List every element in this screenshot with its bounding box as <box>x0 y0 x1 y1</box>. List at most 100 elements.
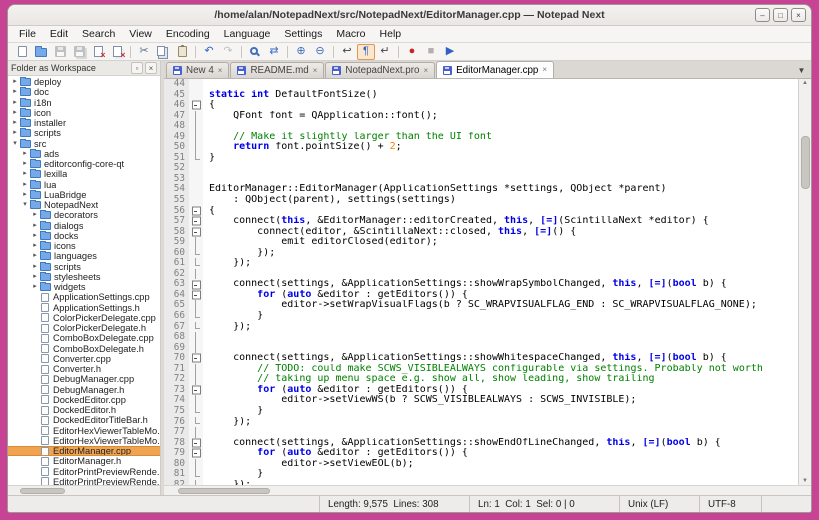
tree-folder-src[interactable]: ▾ src <box>8 139 160 149</box>
tree-file-editormanager-h[interactable]: EditorManager.h <box>8 456 160 466</box>
tree-file-dockededitor-h[interactable]: DockedEditor.h <box>8 405 160 415</box>
tree-file-converter-cpp[interactable]: Converter.cpp <box>8 354 160 364</box>
tree-file-colorpickerdelegate-cpp[interactable]: ColorPickerDelegate.cpp <box>8 313 160 323</box>
fold-collapse-icon[interactable] <box>189 448 203 459</box>
tab-editormanager-cpp[interactable]: EditorManager.cpp × <box>436 61 555 78</box>
close-panel-icon[interactable]: × <box>145 62 157 74</box>
record-macro-icon[interactable]: ● <box>403 44 421 60</box>
tree-folder-doc[interactable]: ▸ doc <box>8 87 160 97</box>
fold-collapse-icon[interactable] <box>189 289 203 301</box>
tree-file-applicationsettings-h[interactable]: ApplicationSettings.h <box>8 303 160 313</box>
menu-settings[interactable]: Settings <box>277 26 329 42</box>
tree-file-comboboxdelegate-cpp[interactable]: ComboBoxDelegate.cpp <box>8 333 160 343</box>
close-all-icon[interactable] <box>108 44 126 60</box>
tree-file-dockededitortitlebar-h[interactable]: DockedEditorTitleBar.h <box>8 415 160 425</box>
float-panel-icon[interactable]: ▫ <box>131 62 143 74</box>
fold-collapse-icon[interactable] <box>189 384 203 396</box>
tree-folder-docks[interactable]: ▸ docks <box>8 231 160 241</box>
tree-folder-luabridge[interactable]: ▸ LuaBridge <box>8 190 160 200</box>
tree-folder-scripts[interactable]: ▸ scripts <box>8 262 160 272</box>
tree-folder-lua[interactable]: ▸ lua <box>8 180 160 190</box>
tree-folder-decorators[interactable]: ▸ decorators <box>8 210 160 220</box>
horizontal-scrollbar[interactable] <box>164 485 811 495</box>
tab-close-icon[interactable]: × <box>313 66 318 75</box>
tree-folder-icons[interactable]: ▸ icons <box>8 241 160 251</box>
fold-collapse-icon[interactable] <box>189 279 203 290</box>
tree-folder-installer[interactable]: ▸ installer <box>8 118 160 128</box>
tab-readme-md[interactable]: README.md × <box>230 62 325 78</box>
undo-icon[interactable]: ↶ <box>200 44 218 60</box>
scrollbar-thumb[interactable] <box>178 488 270 494</box>
tree-folder-widgets[interactable]: ▸ widgets <box>8 282 160 292</box>
tab-close-icon[interactable]: × <box>423 66 428 75</box>
tree-folder-notepadnext[interactable]: ▾ NotepadNext <box>8 200 160 210</box>
scroll-down-arrow-icon[interactable]: ▼ <box>799 478 811 484</box>
tree-folder-ads[interactable]: ▸ ads <box>8 149 160 159</box>
fold-collapse-icon[interactable] <box>189 353 203 364</box>
fold-collapse-icon[interactable] <box>189 437 203 449</box>
tree-folder-dialogs[interactable]: ▸ dialogs <box>8 221 160 231</box>
show-eol-icon[interactable]: ↵ <box>376 44 394 60</box>
tab-close-icon[interactable]: × <box>542 66 547 74</box>
menu-file[interactable]: File <box>12 26 43 42</box>
menu-edit[interactable]: Edit <box>43 26 75 42</box>
tree-file-colorpickerdelegate-h[interactable]: ColorPickerDelegate.h <box>8 323 160 333</box>
menu-encoding[interactable]: Encoding <box>159 26 217 42</box>
tab-new-4[interactable]: New 4 × <box>166 62 230 78</box>
show-whitespace-icon[interactable]: ¶ <box>357 43 375 60</box>
play-macro-icon[interactable]: ▶ <box>441 44 459 60</box>
copy-icon[interactable] <box>154 44 172 60</box>
tree-folder-lexilla[interactable]: ▸ lexilla <box>8 169 160 179</box>
tree-folder-i18n[interactable]: ▸ i18n <box>8 98 160 108</box>
tree-file-editorhexviewertablemo[interactable]: EditorHexViewerTableMo... <box>8 436 160 446</box>
code-area[interactable]: 44 45 static int DefaultFontSize() 46{47 QF… <box>164 79 798 485</box>
close-file-icon[interactable] <box>89 44 107 60</box>
find-icon[interactable] <box>246 44 264 60</box>
tree-file-editorhexviewertablemo[interactable]: EditorHexViewerTableMo... <box>8 426 160 436</box>
tab-list-button[interactable]: ▼ <box>795 64 808 77</box>
tree-folder-editorconfig-core-qt[interactable]: ▸ editorconfig-core-qt <box>8 159 160 169</box>
tree-file-applicationsettings-cpp[interactable]: ApplicationSettings.cpp <box>8 292 160 302</box>
vertical-scrollbar[interactable]: ▲ ▼ <box>798 79 811 485</box>
scroll-up-arrow-icon[interactable]: ▲ <box>799 80 811 86</box>
word-wrap-icon[interactable]: ↩ <box>338 44 356 60</box>
tree-file-converter-h[interactable]: Converter.h <box>8 364 160 374</box>
tree-folder-languages[interactable]: ▸ languages <box>8 251 160 261</box>
tree-folder-stylesheets[interactable]: ▸ stylesheets <box>8 272 160 282</box>
close-button[interactable]: × <box>791 8 806 22</box>
menu-view[interactable]: View <box>122 26 159 42</box>
cut-icon[interactable]: ✂ <box>135 44 153 60</box>
scrollbar-thumb[interactable] <box>20 488 65 494</box>
tree-file-editormanager-cpp[interactable]: EditorManager.cpp <box>8 446 160 457</box>
fold-collapse-icon[interactable] <box>189 216 203 227</box>
sidebar-horizontal-scrollbar[interactable] <box>8 485 160 495</box>
tab-close-icon[interactable]: × <box>218 66 223 75</box>
tab-notepadnext-pro[interactable]: NotepadNext.pro × <box>325 62 436 78</box>
tree-file-editorprintpreviewrende[interactable]: EditorPrintPreviewRende... <box>8 477 160 485</box>
minimize-button[interactable]: – <box>755 8 770 22</box>
fold-collapse-icon[interactable] <box>189 226 203 238</box>
tree-file-comboboxdelegate-h[interactable]: ComboBoxDelegate.h <box>8 344 160 354</box>
tree-folder-scripts[interactable]: ▸ scripts <box>8 128 160 138</box>
replace-icon[interactable]: ⇄ <box>265 44 283 60</box>
open-folder-icon[interactable] <box>32 44 50 60</box>
menu-language[interactable]: Language <box>217 26 278 42</box>
fold-collapse-icon[interactable] <box>189 205 203 217</box>
menu-macro[interactable]: Macro <box>329 26 372 42</box>
tree-file-editorprintpreviewrende[interactable]: EditorPrintPreviewRende... <box>8 467 160 477</box>
zoom-in-icon[interactable]: ⊕ <box>292 44 310 60</box>
tree-file-dockededitor-cpp[interactable]: DockedEditor.cpp <box>8 395 160 405</box>
tree-folder-deploy[interactable]: ▸ deploy <box>8 77 160 87</box>
paste-icon[interactable] <box>173 44 191 60</box>
scrollbar-thumb[interactable] <box>801 135 810 189</box>
tree-file-debugmanager-h[interactable]: DebugManager.h <box>8 385 160 395</box>
title-bar[interactable]: /home/alan/NotepadNext/src/NotepadNext/E… <box>8 5 811 26</box>
menu-help[interactable]: Help <box>373 26 409 42</box>
fold-collapse-icon[interactable] <box>189 100 203 111</box>
new-file-icon[interactable] <box>13 44 31 60</box>
tree-file-debugmanager-cpp[interactable]: DebugManager.cpp <box>8 374 160 384</box>
tree-folder-icon[interactable]: ▸ icon <box>8 108 160 118</box>
maximize-button[interactable]: □ <box>773 8 788 22</box>
menu-search[interactable]: Search <box>75 26 122 42</box>
zoom-out-icon[interactable]: ⊖ <box>311 44 329 60</box>
